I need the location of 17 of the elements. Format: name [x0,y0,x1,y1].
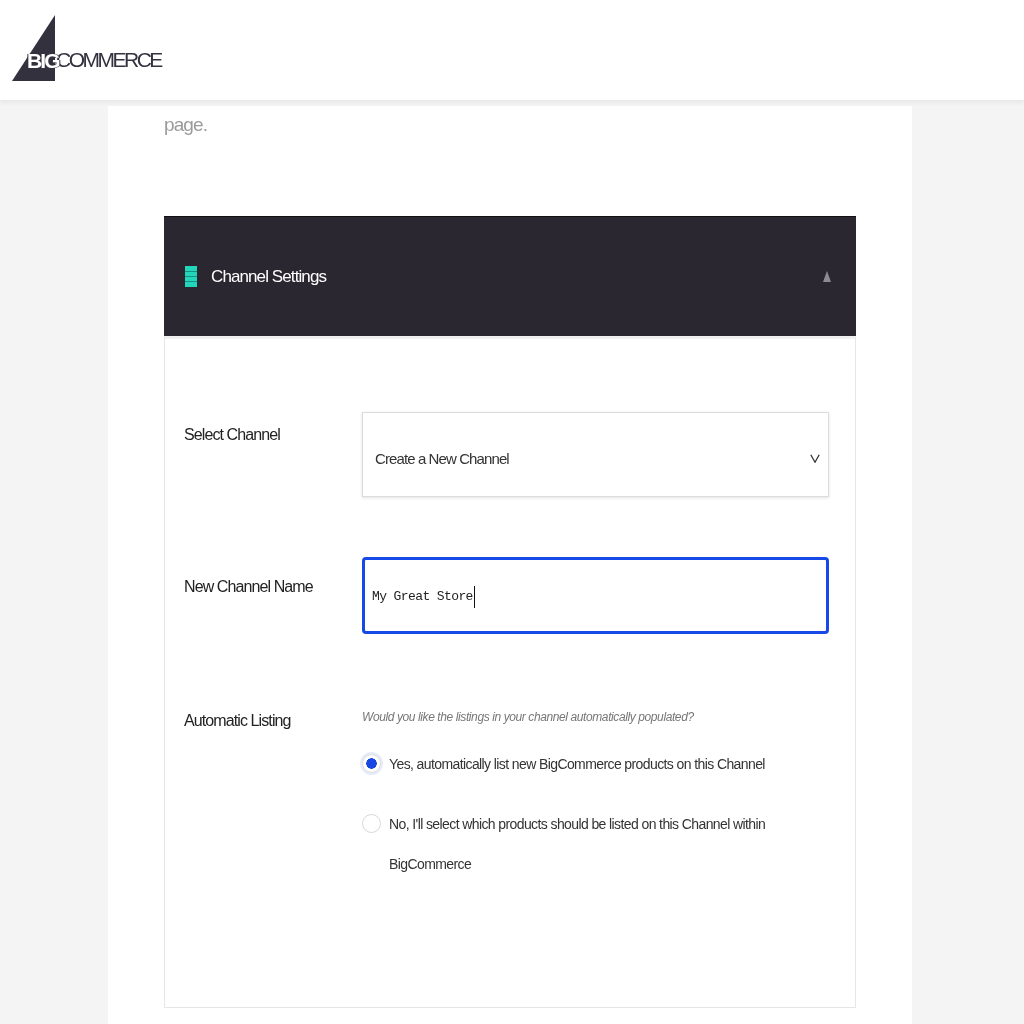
intro-text: page. [164,113,208,137]
chevron-down-icon [810,454,820,463]
field-label: New Channel Name [184,577,313,597]
input-field[interactable]: My Great Store [362,557,829,634]
field-label: Automatic Listing [184,711,291,731]
radio-button[interactable] [362,814,381,833]
hint-text: Would you like the listings in your channel automatically populated? [362,709,694,726]
radio-button[interactable] [362,754,381,773]
radio-label: No, I'll select which products should be listed on this Channel within BigCommerce [389,815,767,874]
panel-title: Channel Settings [211,266,327,287]
channel-select[interactable]: Create a New Channel [362,412,829,497]
field-label: Select Channel [184,425,280,445]
caret-up-icon[interactable] [823,271,831,282]
panel-header[interactable]: Channel Settings [164,216,856,336]
radio-label: Yes, automatically list new BigCommerce products on this Channel [389,755,765,774]
rows-icon [185,266,197,287]
text-cursor-icon [473,585,475,608]
